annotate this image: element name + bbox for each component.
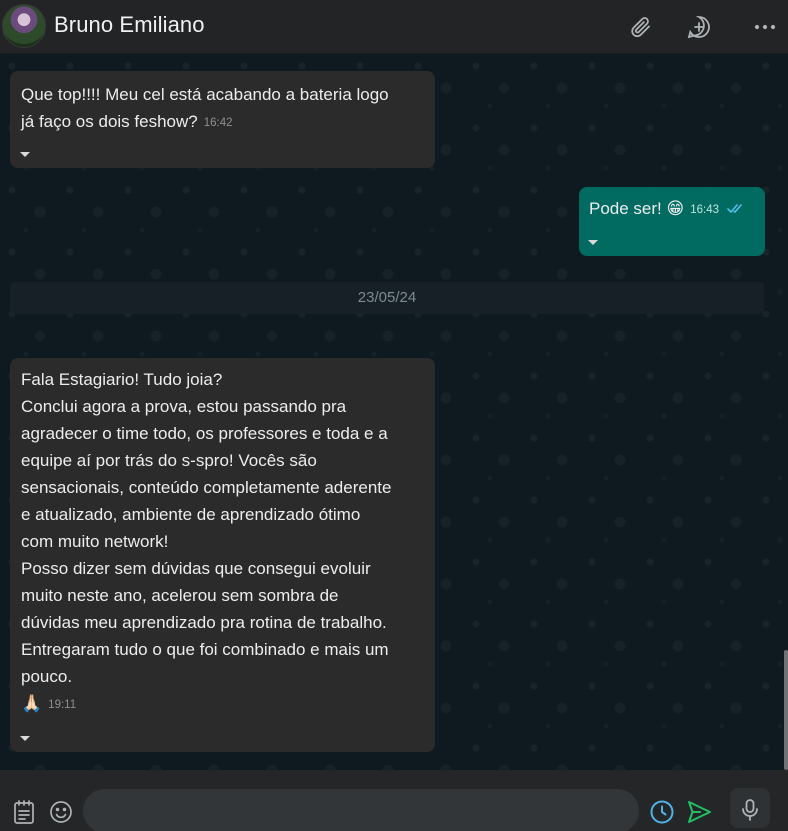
- message-text: Fala Estagiario! Tudo joia? Conclui agor…: [21, 370, 392, 713]
- chat-window: Bruno Emiliano Que top!!!! Meu cel está …: [0, 0, 788, 831]
- more-options-icon[interactable]: [751, 13, 779, 41]
- emoji-icon[interactable]: [48, 799, 74, 825]
- message-text: Pode ser! 😁: [589, 199, 685, 218]
- avatar[interactable]: [2, 4, 46, 48]
- schedule-clock-icon[interactable]: [648, 798, 676, 826]
- message-list[interactable]: Que top!!!! Meu cel está acabando a bate…: [0, 54, 788, 770]
- message-menu-chevron-icon[interactable]: [20, 152, 30, 157]
- microphone-button[interactable]: [730, 788, 770, 828]
- chat-header: Bruno Emiliano: [0, 0, 788, 54]
- send-icon[interactable]: [684, 797, 714, 827]
- message-menu-chevron-icon[interactable]: [20, 736, 30, 741]
- date-separator: 23/05/24: [10, 282, 764, 314]
- composer-bar: [0, 770, 788, 831]
- message-time: 16:43: [690, 204, 719, 216]
- scrollbar[interactable]: [784, 650, 788, 770]
- message-time: 16:42: [203, 117, 233, 129]
- message-menu-chevron-icon[interactable]: [588, 240, 598, 245]
- message-time: 19:11: [48, 699, 77, 711]
- read-ticks-icon: [726, 195, 745, 222]
- new-chat-icon[interactable]: [685, 13, 713, 41]
- clipboard-icon[interactable]: [11, 798, 37, 826]
- message-input[interactable]: [83, 789, 639, 831]
- contact-name[interactable]: Bruno Emiliano: [54, 12, 205, 38]
- message-bubble-outgoing[interactable]: Pode ser! 😁 16:43: [579, 187, 765, 256]
- paperclip-icon[interactable]: [627, 13, 655, 41]
- microphone-icon: [738, 797, 762, 823]
- message-bubble-incoming[interactable]: Fala Estagiario! Tudo joia? Conclui agor…: [10, 358, 435, 752]
- message-bubble-incoming[interactable]: Que top!!!! Meu cel está acabando a bate…: [10, 71, 435, 168]
